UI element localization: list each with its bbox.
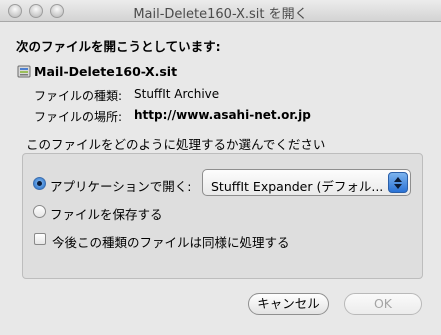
popup-arrows-icon	[388, 172, 408, 193]
ok-button[interactable]: OK	[344, 293, 422, 315]
dialog-heading: 次のファイルを開こうとしています:	[16, 39, 221, 54]
save-file-label[interactable]: ファイルを保存する	[50, 204, 163, 223]
file-source-label: ファイルの場所:	[34, 110, 123, 124]
application-popup[interactable]: StuffIt Expander (デフォル...	[202, 169, 411, 196]
cancel-button[interactable]: キャンセル	[248, 293, 329, 315]
remember-choice-checkbox[interactable]	[34, 233, 46, 245]
remember-choice-label[interactable]: 今後この種類のファイルは同様に処理する	[52, 232, 290, 251]
application-popup-value: StuffIt Expander (デフォル...	[211, 179, 384, 194]
file-name: Mail-Delete160-X.sit	[34, 64, 178, 79]
open-with-radio[interactable]	[33, 177, 46, 190]
file-kind-label: ファイルの種類:	[34, 89, 123, 103]
save-file-radio[interactable]	[33, 205, 46, 218]
window-title: Mail-Delete160-X.sit を開く	[133, 7, 308, 22]
action-section-label: このファイルをどのように処理するか選んでください	[26, 137, 326, 152]
file-kind-value: StuffIt Archive	[134, 87, 220, 101]
archive-file-icon	[17, 65, 31, 78]
title-bar: Mail-Delete160-X.sit を開く	[0, 0, 441, 22]
file-source-value: http://www.asahi-net.or.jp	[134, 108, 311, 122]
open-with-label[interactable]: アプリケーションで開く:	[50, 176, 191, 195]
